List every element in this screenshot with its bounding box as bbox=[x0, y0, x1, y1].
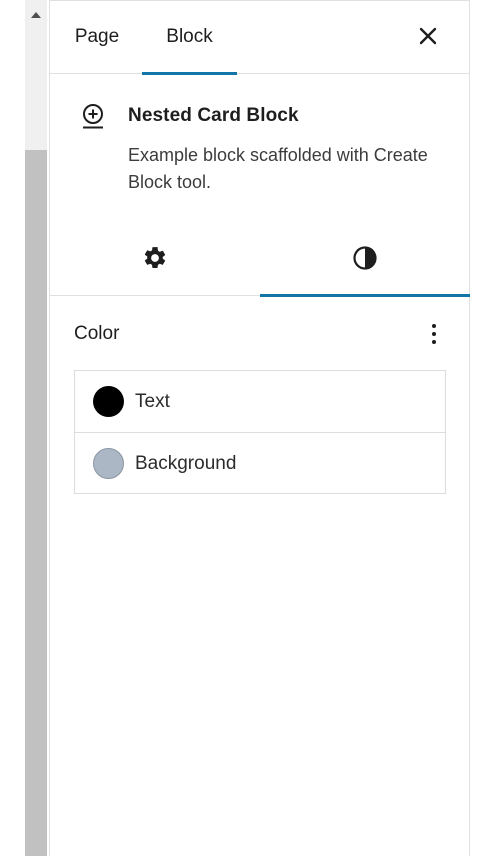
scroll-up-arrow-icon[interactable] bbox=[25, 0, 47, 30]
color-options-button[interactable] bbox=[422, 316, 446, 352]
more-vertical-icon bbox=[432, 324, 436, 328]
color-item-text[interactable]: Text bbox=[75, 371, 445, 432]
tab-styles[interactable] bbox=[260, 220, 470, 297]
color-item-background[interactable]: Background bbox=[75, 432, 445, 493]
color-panel-title: Color bbox=[74, 323, 120, 344]
app-root: Page Block Nested Card Block Example blo… bbox=[0, 0, 487, 856]
color-panel-header: Color bbox=[74, 314, 446, 354]
tab-page[interactable]: Page bbox=[58, 0, 136, 74]
tab-block[interactable]: Block bbox=[142, 0, 237, 75]
close-icon bbox=[419, 27, 437, 45]
vertical-scrollbar[interactable] bbox=[25, 0, 47, 856]
contrast-icon bbox=[353, 246, 377, 270]
block-card: Nested Card Block Example block scaffold… bbox=[50, 74, 470, 220]
tab-settings[interactable] bbox=[50, 220, 260, 296]
color-item-label: Background bbox=[135, 453, 237, 474]
more-vertical-icon-dot bbox=[432, 332, 436, 336]
more-vertical-icon-dot bbox=[432, 340, 436, 344]
plus-circle-icon bbox=[83, 104, 103, 129]
scrollbar-thumb[interactable] bbox=[25, 150, 47, 856]
block-description: Example block scaffolded with Create Blo… bbox=[128, 145, 428, 192]
color-swatch bbox=[93, 386, 124, 417]
color-swatch bbox=[93, 448, 124, 479]
inspector-tabs bbox=[50, 220, 470, 297]
tab-block-label: Block bbox=[166, 26, 213, 47]
block-settings-sidebar: Page Block Nested Card Block Example blo… bbox=[49, 0, 470, 856]
block-title: Nested Card Block bbox=[128, 105, 299, 126]
close-button[interactable] bbox=[412, 20, 444, 52]
gear-icon bbox=[144, 247, 166, 268]
sidebar-header: Page Block bbox=[50, 0, 470, 75]
color-item-label: Text bbox=[135, 391, 170, 412]
color-list: Text Background bbox=[74, 370, 446, 494]
tab-page-label: Page bbox=[74, 26, 120, 47]
